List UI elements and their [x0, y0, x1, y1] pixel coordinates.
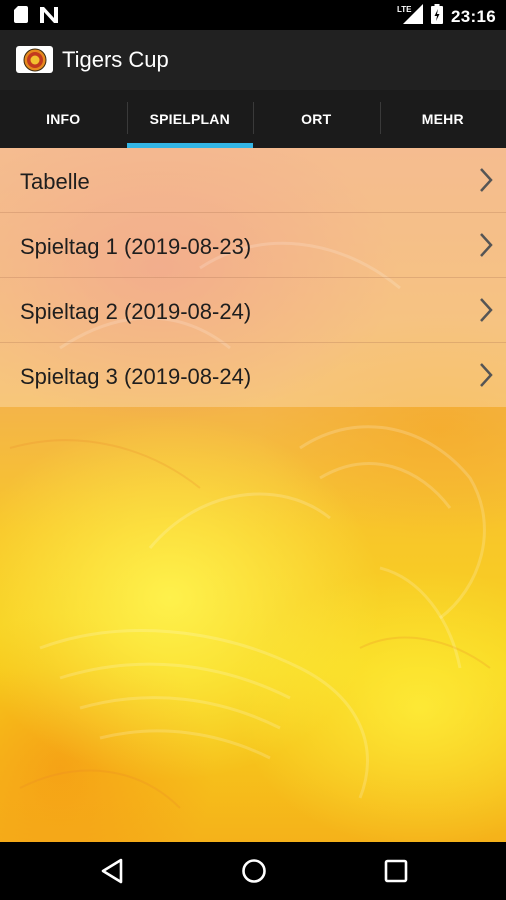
- tigers-logo: [16, 46, 53, 73]
- chevron-right-icon: [478, 167, 494, 198]
- list-item-spieltag-1[interactable]: Spieltag 1 (2019-08-23): [0, 213, 506, 278]
- list-item-spieltag-2[interactable]: Spieltag 2 (2019-08-24): [0, 278, 506, 343]
- list-item-tabelle[interactable]: Tabelle: [0, 148, 506, 213]
- tab-mehr[interactable]: MEHR: [379, 90, 506, 148]
- home-icon[interactable]: [239, 856, 269, 891]
- list-item-spieltag-3[interactable]: Spieltag 3 (2019-08-24): [0, 343, 506, 407]
- status-time: 23:16: [451, 6, 496, 26]
- app-bar: Tigers Cup: [0, 30, 506, 90]
- tab-bar: INFO SPIELPLAN ORT MEHR: [0, 90, 506, 148]
- sd-card-icon: [14, 6, 28, 28]
- status-bar: LTE 23:16: [0, 0, 506, 30]
- list-item-label: Spieltag 3 (2019-08-24): [20, 364, 252, 389]
- back-icon[interactable]: [99, 856, 125, 891]
- signal-icon: LTE: [397, 4, 424, 29]
- list-item-label: Tabelle: [20, 169, 90, 194]
- tab-label: MEHR: [421, 111, 464, 127]
- n-notification-icon: [40, 6, 58, 28]
- recents-icon[interactable]: [382, 856, 410, 891]
- spielplan-list: Tabelle Spieltag 1 (2019-08-23) Spieltag…: [0, 148, 506, 407]
- chevron-right-icon: [478, 362, 494, 393]
- chevron-right-icon: [478, 232, 494, 263]
- tab-ort[interactable]: ORT: [253, 90, 380, 148]
- list-item-label: Spieltag 2 (2019-08-24): [20, 299, 252, 324]
- app-title: Tigers Cup: [62, 47, 169, 72]
- network-type-label: LTE: [397, 5, 412, 14]
- battery-icon: [431, 4, 444, 29]
- tab-spielplan[interactable]: SPIELPLAN: [126, 90, 254, 148]
- content-area: Tabelle Spieltag 1 (2019-08-23) Spieltag…: [0, 148, 506, 842]
- tab-label: ORT: [301, 111, 332, 127]
- tab-label: INFO: [46, 111, 81, 127]
- tab-label: SPIELPLAN: [149, 111, 230, 127]
- tab-info[interactable]: INFO: [0, 90, 127, 148]
- list-item-label: Spieltag 1 (2019-08-23): [20, 234, 252, 259]
- chevron-right-icon: [478, 297, 494, 328]
- system-nav-bar: [0, 842, 506, 900]
